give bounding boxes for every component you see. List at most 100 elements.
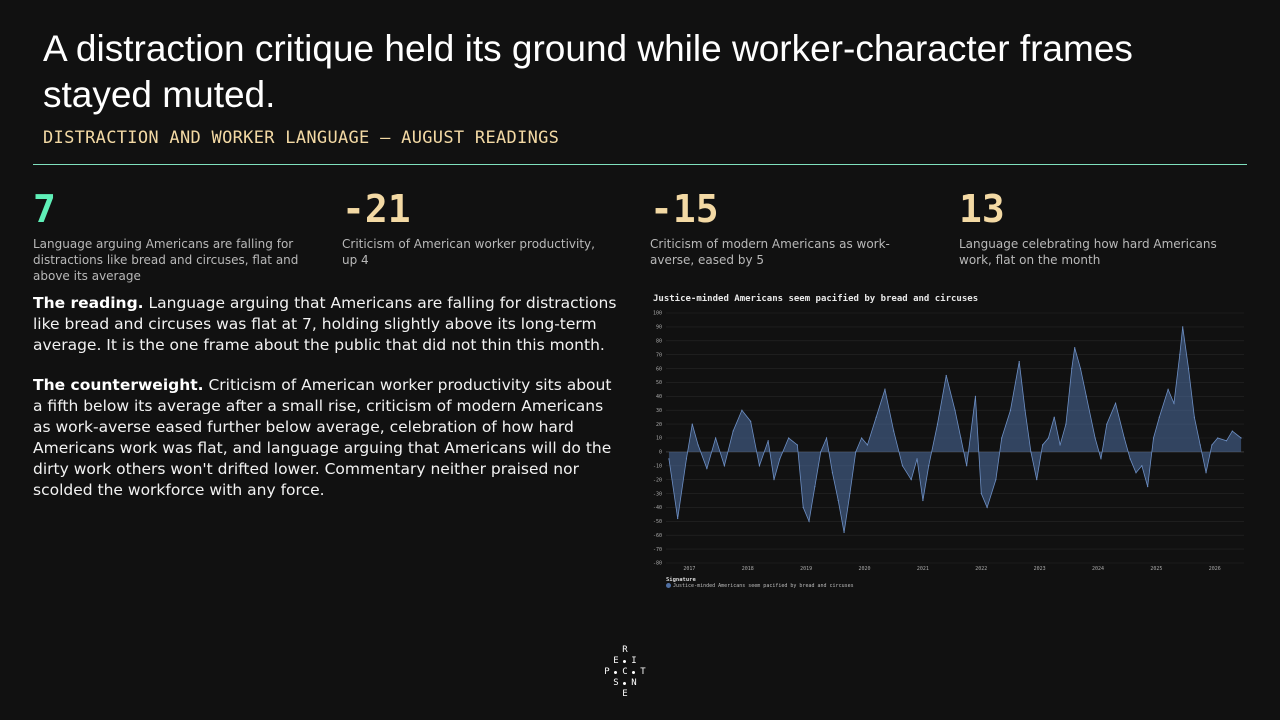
data-point xyxy=(741,409,743,411)
paragraph-lead: The counterweight. xyxy=(33,376,204,394)
data-point xyxy=(974,395,977,397)
data-point xyxy=(843,531,845,534)
kpi-value: -21 xyxy=(342,187,411,231)
data-point xyxy=(685,458,688,460)
signature-chart: Justice-minded Americans seem pacified b… xyxy=(650,290,1250,595)
data-point xyxy=(1205,472,1207,474)
data-point xyxy=(928,465,930,467)
data-point xyxy=(1225,440,1228,442)
kpi-description: Criticism of American worker productivit… xyxy=(342,237,595,267)
logo-letter: R xyxy=(622,645,628,655)
reading-paragraph: The reading. Language arguing that Ameri… xyxy=(33,293,623,356)
kpi-description: Language celebrating how hard Americans … xyxy=(959,237,1217,267)
data-point xyxy=(1182,326,1184,328)
data-point xyxy=(960,437,962,439)
y-tick-label: -20 xyxy=(653,477,662,483)
logo-dot xyxy=(632,671,635,674)
y-tick-label: 80 xyxy=(656,338,662,344)
data-point xyxy=(1036,479,1038,481)
data-point xyxy=(1018,361,1020,363)
legend-label: Justice-minded Americans seem pacified b… xyxy=(673,583,854,589)
x-tick-label: 2020 xyxy=(858,566,870,572)
logo-letter: E xyxy=(622,689,628,699)
data-point xyxy=(1158,416,1160,418)
data-point xyxy=(691,423,693,425)
y-tick-label: 100 xyxy=(653,311,662,317)
data-point xyxy=(1211,444,1213,446)
data-point xyxy=(677,517,679,520)
data-point xyxy=(1001,437,1003,439)
data-point xyxy=(837,499,839,502)
data-point xyxy=(1135,472,1137,474)
data-point xyxy=(860,437,863,439)
data-point xyxy=(1147,486,1149,488)
y-tick-label: -60 xyxy=(653,533,662,539)
paragraph-lead: The reading. xyxy=(33,294,144,312)
data-point xyxy=(1193,416,1195,418)
paragraph-text: Criticism of American worker productivit… xyxy=(33,376,612,499)
data-point xyxy=(1129,458,1131,460)
x-tick-label: 2019 xyxy=(800,566,812,572)
data-point xyxy=(706,467,708,470)
brand-logo: R E I P C T S N E xyxy=(604,645,668,703)
kpi-distraction: 7 Language arguing Americans are falling… xyxy=(33,186,303,284)
y-tick-label: 0 xyxy=(659,450,662,456)
x-tick-label: 2025 xyxy=(1150,566,1162,572)
data-point xyxy=(849,492,851,495)
y-tick-label: 70 xyxy=(656,352,662,358)
data-point xyxy=(922,499,924,502)
data-point xyxy=(788,437,790,439)
data-point xyxy=(767,440,769,442)
kpi-work-averse: -15 Criticism of modern Americans as wor… xyxy=(650,186,920,268)
data-point xyxy=(1024,409,1026,411)
data-point xyxy=(825,437,828,439)
data-point xyxy=(802,506,804,509)
data-point xyxy=(855,451,857,453)
data-point xyxy=(808,520,810,522)
data-point xyxy=(1173,402,1175,404)
data-point xyxy=(866,444,869,446)
data-point xyxy=(901,465,904,467)
kpi-productivity: -21 Criticism of American worker product… xyxy=(342,186,612,268)
logo-letter: T xyxy=(640,667,646,677)
logo-letter: P xyxy=(604,667,610,677)
y-tick-label: -40 xyxy=(653,505,662,511)
data-point xyxy=(980,492,982,495)
data-point xyxy=(1123,437,1125,439)
logo-letter: S xyxy=(613,678,619,688)
data-point xyxy=(936,423,939,425)
logo-letter: E xyxy=(613,656,619,666)
data-point xyxy=(1167,388,1169,390)
data-point xyxy=(1071,367,1073,370)
x-tick-label: 2018 xyxy=(742,566,754,572)
chart-plot: 1009080706050403020100-10-20-30-40-50-60… xyxy=(653,311,1244,572)
y-tick-label: -70 xyxy=(653,547,662,553)
data-point xyxy=(1114,402,1117,404)
data-point xyxy=(773,479,775,481)
data-point xyxy=(1199,444,1201,446)
data-point xyxy=(884,388,886,390)
kpi-value: -15 xyxy=(650,187,719,231)
y-tick-label: 50 xyxy=(656,380,662,386)
data-point xyxy=(1047,437,1050,439)
data-point xyxy=(1179,354,1181,356)
data-point xyxy=(1059,444,1061,446)
data-point xyxy=(1231,430,1233,432)
data-point xyxy=(1217,437,1219,439)
data-point xyxy=(723,465,725,467)
logo-dot xyxy=(623,682,626,685)
logo-dot xyxy=(614,671,617,674)
y-tick-label: -80 xyxy=(653,561,662,567)
data-point xyxy=(1100,458,1102,460)
data-point xyxy=(1187,367,1190,370)
data-point xyxy=(1106,423,1108,425)
kpi-hard-work: 13 Language celebrating how hard America… xyxy=(959,186,1229,268)
data-point xyxy=(820,451,822,453)
logo-dot xyxy=(623,660,626,663)
y-tick-label: 90 xyxy=(656,325,662,331)
x-tick-label: 2023 xyxy=(1034,566,1046,572)
data-point xyxy=(779,458,781,460)
data-point xyxy=(668,458,670,460)
data-point xyxy=(995,479,997,481)
legend-item: Justice-minded Americans seem pacified b… xyxy=(666,583,854,589)
